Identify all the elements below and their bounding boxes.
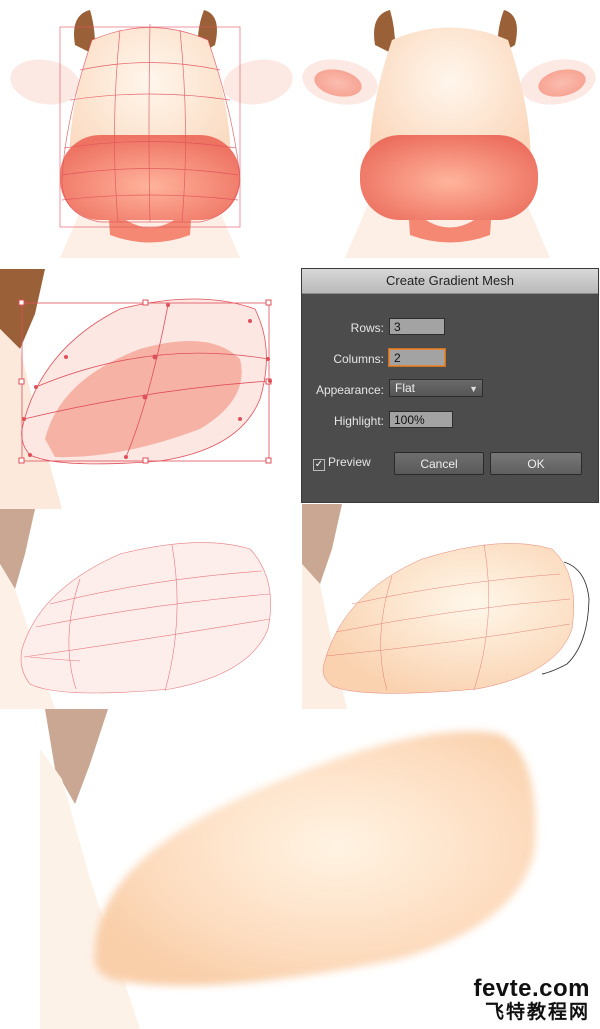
step-2-cow-head-result — [300, 0, 600, 258]
appearance-select[interactable]: Flat ▼ — [389, 379, 483, 397]
appearance-value: Flat — [395, 381, 416, 395]
checkmark-icon: ✓ — [313, 459, 325, 471]
create-gradient-mesh-dialog: Create Gradient Mesh Rows: 3 Columns: 2 … — [302, 269, 598, 502]
ok-button[interactable]: OK — [490, 452, 582, 475]
step-6-mesh-colored — [302, 504, 600, 709]
dropdown-arrow-icon: ▼ — [469, 384, 478, 394]
rows-label: Rows: — [350, 321, 384, 335]
rows-input[interactable]: 3 — [389, 318, 445, 335]
watermark: fevte.com 飞特教程网 — [473, 975, 590, 1024]
dialog-title: Create Gradient Mesh — [302, 269, 598, 294]
columns-input[interactable]: 2 — [389, 349, 445, 366]
appearance-label: Appearance: — [315, 383, 384, 397]
step-5-mesh-light — [0, 509, 300, 709]
preview-checkbox[interactable]: ✓ Preview — [313, 455, 371, 471]
cancel-button[interactable]: Cancel — [394, 452, 484, 475]
step-1-cow-head-mesh — [0, 0, 300, 258]
columns-label: Columns: — [333, 352, 384, 366]
preview-label: Preview — [328, 455, 371, 469]
step-3-ear-mesh-selection — [0, 269, 300, 509]
highlight-label: Highlight: — [333, 414, 384, 428]
watermark-site: fevte.com — [473, 975, 590, 1002]
watermark-site-chinese: 飞特教程网 — [484, 1001, 590, 1023]
highlight-input[interactable]: 100% — [389, 411, 453, 428]
